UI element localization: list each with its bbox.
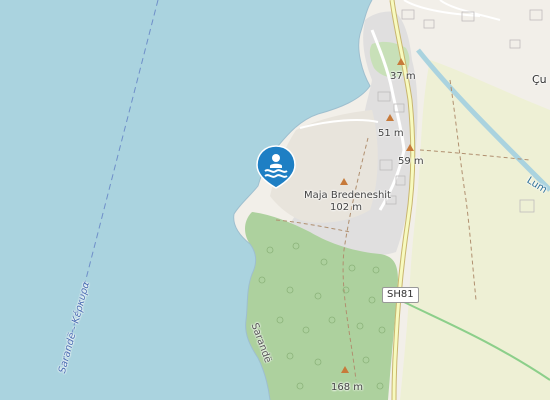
peak-label-main: 102 m [330,202,363,213]
town-label: Çu [532,73,547,86]
peak-icon-51 [386,114,394,121]
beach-marker[interactable] [255,144,297,194]
map-view[interactable]: 37 m 51 m 59 m Maja Bredeneshit 102 m 16… [0,0,550,400]
peak-label-37: 37 m [390,71,416,82]
swimmer-icon [256,145,296,189]
map-canvas[interactable] [0,0,550,400]
peak-icon-168 [341,366,349,373]
road-ref-sh81: SH81 [382,287,419,303]
peak-label-168: 168 m [331,382,364,393]
peak-icon-main [340,178,348,185]
peak-icon-59 [406,144,414,151]
peak-label-51: 51 m [378,128,404,139]
peak-icon-37 [397,58,405,65]
peak-label-59: 59 m [398,156,424,167]
peak-name-main: Maja Bredeneshit [304,190,391,201]
